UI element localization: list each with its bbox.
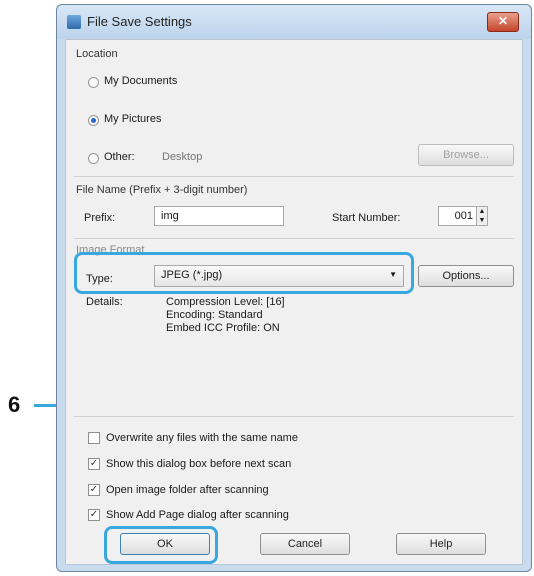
callout-step-number: 6	[8, 392, 21, 417]
start-number-label: Start Number:	[332, 212, 401, 224]
details-line: Compression Level: [16]	[166, 296, 285, 308]
details-line: Encoding: Standard	[166, 309, 263, 321]
cancel-button[interactable]: Cancel	[260, 533, 350, 555]
my-documents-label[interactable]: My Documents	[104, 75, 177, 87]
my-documents-radio[interactable]	[88, 77, 99, 88]
title-bar: File Save Settings ✕	[57, 5, 531, 39]
overwrite-checkbox[interactable]	[88, 432, 100, 444]
my-pictures-radio[interactable]	[88, 115, 99, 126]
type-row-highlight	[74, 252, 414, 294]
start-number-spinner[interactable]: ▲ ▼	[476, 206, 488, 226]
other-path-text: Desktop	[162, 151, 203, 163]
window-title: File Save Settings	[87, 14, 192, 29]
my-pictures-label[interactable]: My Pictures	[104, 113, 161, 125]
other-label[interactable]: Other:	[104, 151, 135, 163]
help-button[interactable]: Help	[396, 533, 486, 555]
details-line: Embed ICC Profile: ON	[166, 322, 280, 334]
divider	[74, 238, 514, 239]
divider	[74, 416, 514, 417]
show-dialog-checkbox-label[interactable]: Show this dialog box before next scan	[106, 458, 291, 470]
options-button[interactable]: Options...	[418, 265, 514, 287]
details-label: Details:	[86, 296, 123, 308]
location-section-label: Location	[76, 48, 118, 60]
dialog-client-area: Location My Documents My Pictures Other:…	[65, 39, 523, 565]
prefix-label: Prefix:	[84, 212, 116, 224]
open-folder-checkbox[interactable]: ✓	[88, 484, 100, 496]
show-add-page-checkbox-label[interactable]: Show Add Page dialog after scanning	[106, 509, 289, 521]
open-folder-checkbox-label[interactable]: Open image folder after scanning	[106, 484, 269, 496]
close-button[interactable]: ✕	[487, 12, 519, 32]
app-icon	[67, 15, 81, 29]
browse-button[interactable]: Browse...	[418, 144, 514, 166]
file-name-section-label: File Name (Prefix + 3-digit number)	[76, 184, 248, 196]
divider	[74, 176, 514, 177]
overwrite-checkbox-label[interactable]: Overwrite any files with the same name	[106, 432, 298, 444]
prefix-input[interactable]: img	[154, 206, 284, 226]
show-dialog-checkbox[interactable]: ✓	[88, 458, 100, 470]
other-radio[interactable]	[88, 153, 99, 164]
show-add-page-checkbox[interactable]: ✓	[88, 509, 100, 521]
ok-button-highlight	[104, 526, 218, 564]
